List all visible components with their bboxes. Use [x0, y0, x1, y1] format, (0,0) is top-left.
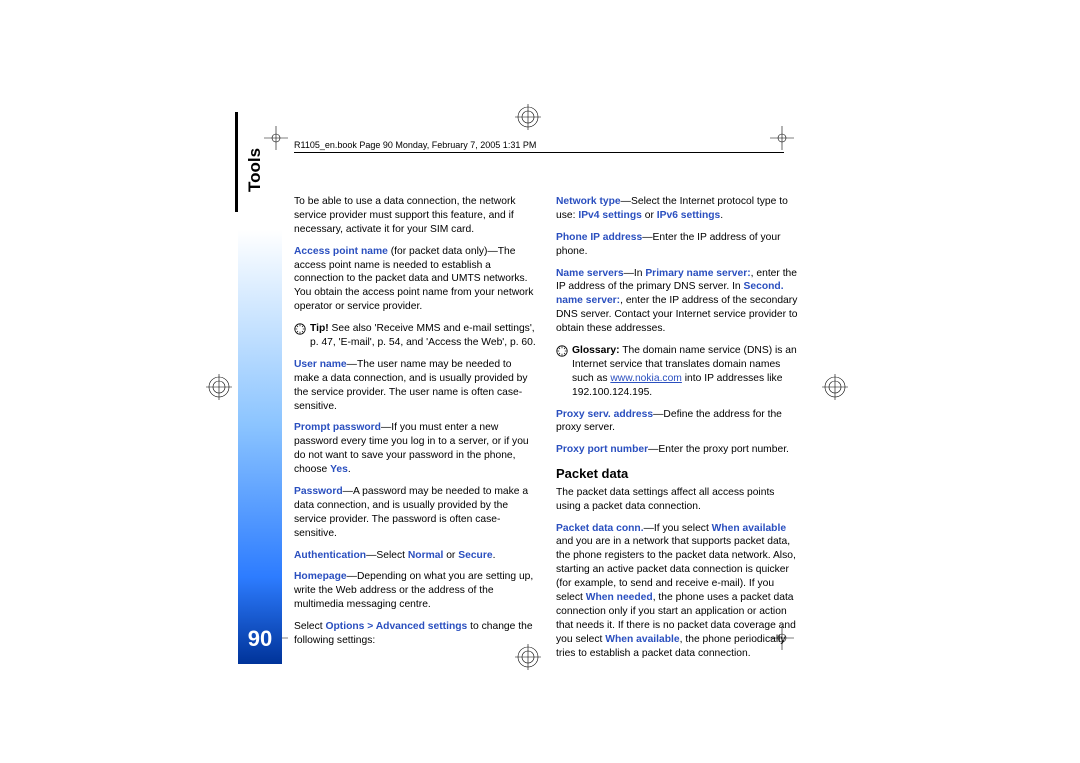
registration-mark-top — [515, 104, 541, 130]
glossary-label: Glossary: — [572, 345, 620, 356]
primary-name-server: Primary name server: — [645, 268, 750, 279]
name-servers-label: Name servers — [556, 268, 624, 279]
when-needed: When needed — [586, 592, 653, 603]
name-servers-paragraph: Name servers—In Primary name server:, en… — [556, 267, 800, 336]
prompt-password-yes: Yes — [330, 464, 348, 475]
authentication-paragraph: Authentication—Select Normal or Secure. — [294, 549, 538, 563]
network-type-label: Network type — [556, 196, 621, 207]
left-column: To be able to use a data connection, the… — [294, 195, 538, 668]
homepage-paragraph: Homepage—Depending on what you are setti… — [294, 570, 538, 612]
homepage-label: Homepage — [294, 571, 347, 582]
authentication-label: Authentication — [294, 550, 366, 561]
content-area: To be able to use a data connection, the… — [294, 195, 800, 668]
select-options-paragraph: Select Options > Advanced settings to ch… — [294, 620, 538, 648]
glossary-icon — [556, 345, 568, 357]
phone-ip-paragraph: Phone IP address—Enter the IP address of… — [556, 231, 800, 259]
ipv4-settings: IPv4 settings — [578, 210, 642, 221]
right-column: Network type—Select the Internet protoco… — [556, 195, 800, 668]
header-text: R1105_en.book Page 90 Monday, February 7… — [294, 140, 536, 150]
auth-normal: Normal — [408, 550, 443, 561]
network-type-paragraph: Network type—Select the Internet protoco… — [556, 195, 800, 223]
packet-data-intro: The packet data settings affect all acce… — [556, 486, 800, 514]
page-number: 90 — [238, 626, 282, 652]
when-available: When available — [712, 523, 786, 534]
tip-paragraph: Tip! See also 'Receive MMS and e-mail se… — [294, 322, 538, 350]
packet-data-heading: Packet data — [556, 465, 800, 483]
page-number-block: 90 — [238, 230, 282, 664]
prompt-password-paragraph: Prompt password—If you must enter a new … — [294, 421, 538, 477]
auth-secure: Secure — [458, 550, 492, 561]
user-name-paragraph: User name—The user name may be needed to… — [294, 358, 538, 414]
ipv6-settings: IPv6 settings — [657, 210, 721, 221]
options-advanced-settings: Options > Advanced settings — [325, 621, 467, 632]
access-point-name-paragraph: Access point name (for packet data only)… — [294, 245, 538, 314]
password-label: Password — [294, 486, 343, 497]
user-name-label: User name — [294, 359, 347, 370]
registration-mark-right — [822, 374, 848, 400]
glossary-paragraph: Glossary: The domain name service (DNS) … — [556, 344, 800, 400]
page-header: R1105_en.book Page 90 Monday, February 7… — [294, 140, 784, 153]
nokia-link[interactable]: www.nokia.com — [610, 373, 682, 384]
packet-data-conn-paragraph: Packet data conn.—If you select When ava… — [556, 522, 800, 661]
when-available-2: When available — [605, 634, 679, 645]
packet-data-conn-label: Packet data conn. — [556, 523, 644, 534]
prompt-password-label: Prompt password — [294, 422, 381, 433]
tip-label: Tip! — [310, 323, 329, 334]
phone-ip-label: Phone IP address — [556, 232, 642, 243]
proxy-serv-label: Proxy serv. address — [556, 409, 653, 420]
proxy-serv-paragraph: Proxy serv. address—Define the address f… — [556, 408, 800, 436]
tip-icon — [294, 323, 306, 335]
proxy-port-paragraph: Proxy port number—Enter the proxy port n… — [556, 443, 800, 457]
access-point-name-label: Access point name — [294, 246, 388, 257]
crop-mark-top-left — [264, 126, 288, 150]
side-tab-tools: Tools — [245, 142, 265, 192]
intro-paragraph: To be able to use a data connection, the… — [294, 195, 538, 237]
header-rule — [294, 152, 784, 153]
tip-text: See also 'Receive MMS and e-mail setting… — [310, 323, 536, 348]
password-paragraph: Password—A password may be needed to mak… — [294, 485, 538, 541]
registration-mark-left — [206, 374, 232, 400]
proxy-port-label: Proxy port number — [556, 444, 648, 455]
